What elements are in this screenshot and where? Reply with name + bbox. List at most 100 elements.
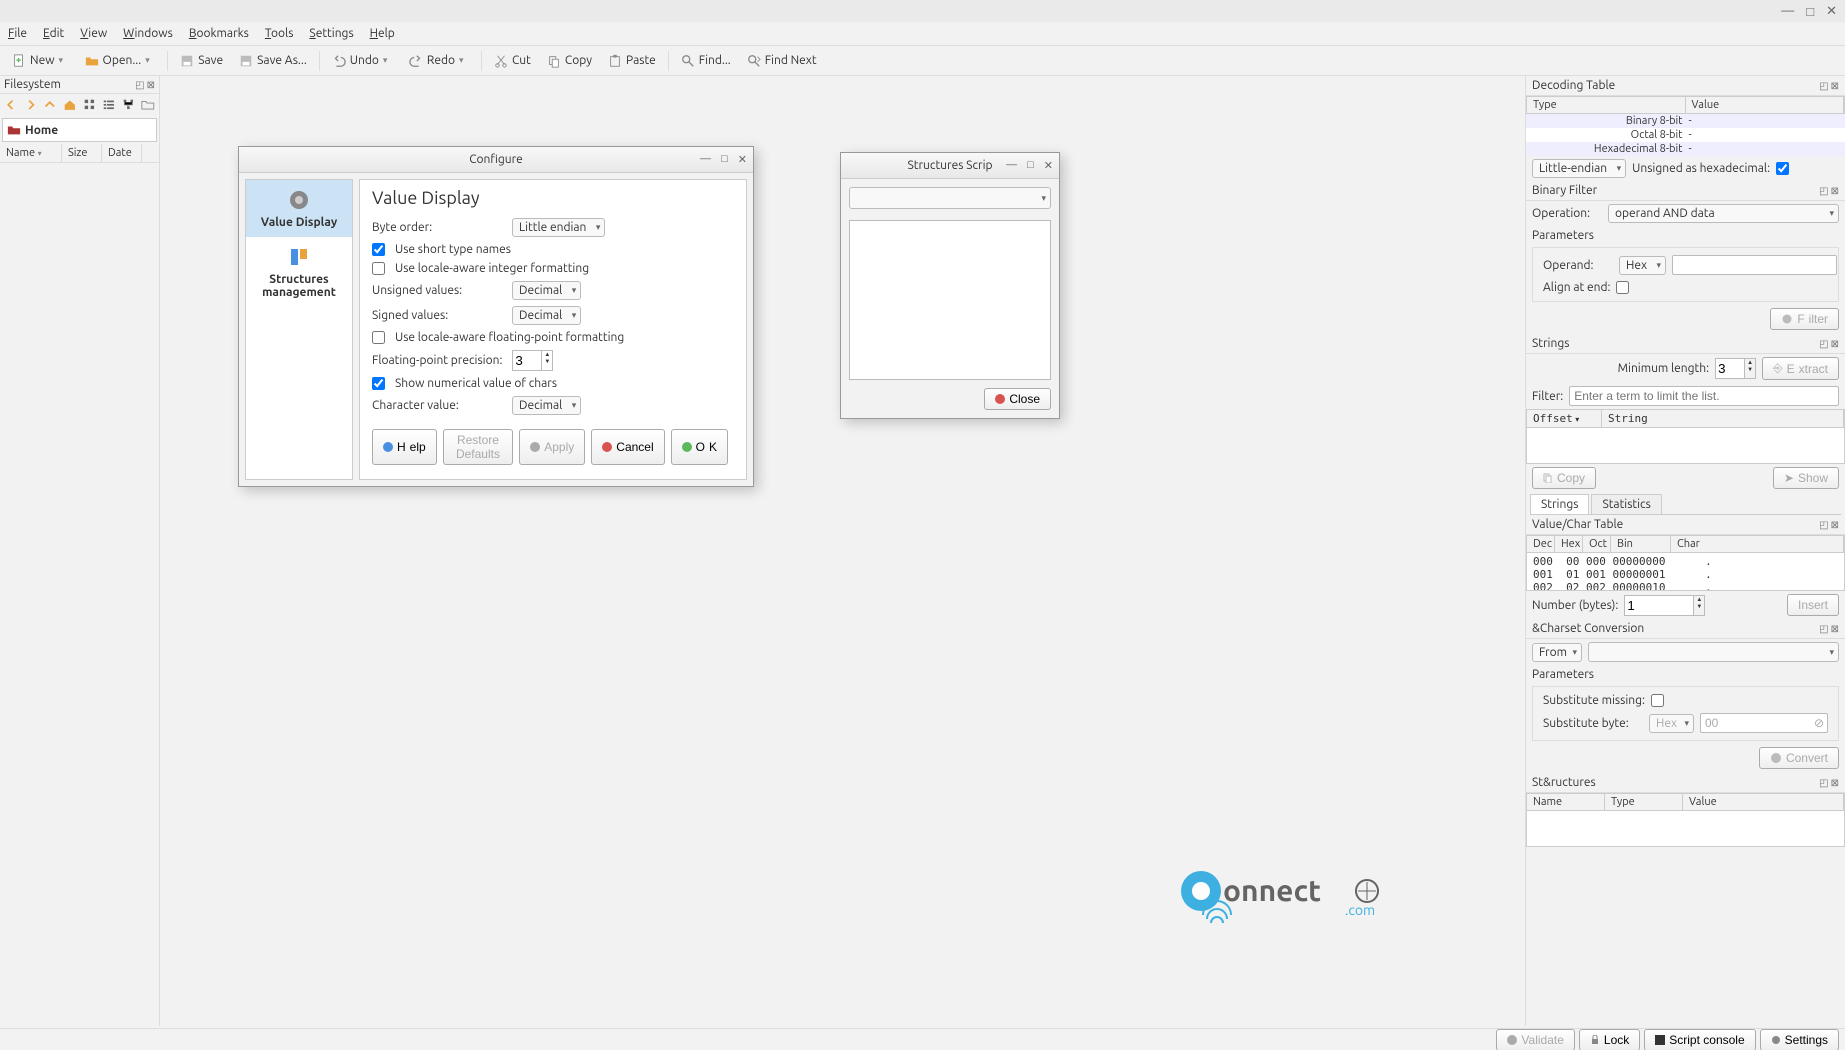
- unsigned-select[interactable]: Decimal: [512, 281, 581, 300]
- close-button[interactable]: Close: [984, 388, 1051, 410]
- menu-bookmarks[interactable]: Bookmarks: [189, 27, 249, 40]
- panel-detach-icon[interactable]: ◰: [1819, 777, 1828, 789]
- byte-order-select[interactable]: Little endian: [512, 218, 605, 237]
- col-name[interactable]: Name ▾: [0, 144, 62, 162]
- char-value-select[interactable]: Decimal: [512, 396, 581, 415]
- apply-button[interactable]: Apply: [519, 429, 585, 465]
- tab-strings[interactable]: Strings: [1530, 494, 1589, 514]
- panel-detach-icon[interactable]: ◰: [1819, 519, 1828, 531]
- settings-button[interactable]: Settings: [1760, 1029, 1839, 1050]
- menu-file[interactable]: File: [8, 27, 27, 40]
- sub-missing-checkbox[interactable]: [1651, 694, 1664, 707]
- open-button[interactable]: Open...▾: [79, 51, 162, 71]
- nav-tree-icon[interactable]: [122, 98, 136, 112]
- col-bin[interactable]: Bin: [1611, 536, 1671, 552]
- panel-close-icon[interactable]: ⊠: [1831, 338, 1839, 350]
- paste-button[interactable]: Paste: [602, 51, 662, 71]
- col-dec[interactable]: Dec: [1527, 536, 1555, 552]
- menu-edit[interactable]: Edit: [43, 27, 64, 40]
- panel-detach-icon[interactable]: ◰: [1819, 338, 1828, 350]
- endian-select[interactable]: Little-endian: [1532, 159, 1626, 178]
- menu-help[interactable]: Help: [370, 27, 395, 40]
- col-type[interactable]: Type: [1527, 97, 1686, 113]
- nav-grid-icon[interactable]: [83, 98, 97, 112]
- new-button[interactable]: New▾: [6, 51, 75, 71]
- col-value[interactable]: Value: [1683, 794, 1844, 810]
- sub-byte-input[interactable]: [1700, 713, 1828, 733]
- unsigned-hex-checkbox[interactable]: [1776, 162, 1789, 175]
- spin-up-icon[interactable]: ▲: [542, 351, 552, 358]
- undo-button[interactable]: Undo▾: [326, 51, 399, 71]
- panel-close-icon[interactable]: ⊠: [1831, 80, 1839, 92]
- validate-button[interactable]: Validate: [1496, 1029, 1574, 1050]
- col-name[interactable]: Name: [1527, 794, 1605, 810]
- locale-int-checkbox[interactable]: [372, 262, 385, 275]
- col-hex[interactable]: Hex: [1555, 536, 1583, 552]
- find-button[interactable]: Find...: [675, 51, 737, 71]
- align-checkbox[interactable]: [1616, 281, 1629, 294]
- redo-button[interactable]: Redo▾: [403, 51, 475, 71]
- panel-detach-icon[interactable]: ◰: [135, 79, 144, 91]
- dialog-close-icon[interactable]: ✕: [1044, 159, 1053, 172]
- copy-button[interactable]: Copy: [541, 51, 598, 71]
- number-bytes-spinner[interactable]: ▲▼: [1624, 595, 1705, 616]
- operation-select[interactable]: operand AND data: [1608, 204, 1839, 223]
- window-minimize-icon[interactable]: —: [1781, 4, 1794, 18]
- filter-input[interactable]: [1569, 386, 1839, 406]
- dialog-close-icon[interactable]: ✕: [738, 153, 747, 166]
- ok-button[interactable]: OK: [671, 429, 728, 465]
- panel-detach-icon[interactable]: ◰: [1819, 185, 1828, 197]
- nav-list-icon[interactable]: [102, 98, 116, 112]
- dialog-minimize-icon[interactable]: —: [700, 153, 711, 166]
- menu-windows[interactable]: Windows: [123, 27, 173, 40]
- col-value[interactable]: Value: [1686, 97, 1845, 113]
- precision-spinner[interactable]: ▲▼: [512, 350, 553, 371]
- filter-button[interactable]: Filter: [1770, 308, 1839, 330]
- dialog-minimize-icon[interactable]: —: [1006, 159, 1017, 172]
- clear-icon[interactable]: ⊘: [1814, 716, 1824, 730]
- restore-defaults-button[interactable]: Restore Defaults: [443, 429, 514, 465]
- locale-float-checkbox[interactable]: [372, 331, 385, 344]
- operand-input[interactable]: [1672, 255, 1837, 275]
- col-type[interactable]: Type: [1605, 794, 1683, 810]
- col-oct[interactable]: Oct: [1583, 536, 1611, 552]
- panel-close-icon[interactable]: ⊠: [147, 79, 155, 91]
- signed-select[interactable]: Decimal: [512, 306, 581, 325]
- saveas-button[interactable]: Save As...: [233, 51, 313, 71]
- script-console-button[interactable]: Script console: [1644, 1029, 1755, 1050]
- help-button[interactable]: Help: [372, 429, 437, 465]
- findnext-button[interactable]: Find Next: [741, 51, 823, 71]
- sidebar-item-value-display[interactable]: Value Display: [246, 180, 352, 237]
- save-button[interactable]: Save: [174, 51, 229, 71]
- panel-detach-icon[interactable]: ◰: [1819, 80, 1828, 92]
- col-size[interactable]: Size: [62, 144, 102, 162]
- col-date[interactable]: Date: [102, 144, 142, 162]
- cut-button[interactable]: Cut: [488, 51, 537, 71]
- menu-settings[interactable]: Settings: [309, 27, 353, 40]
- col-string[interactable]: String: [1602, 410, 1844, 427]
- nav-newfolder-icon[interactable]: [141, 98, 155, 112]
- window-maximize-icon[interactable]: □: [1806, 4, 1814, 19]
- panel-close-icon[interactable]: ⊠: [1831, 623, 1839, 635]
- charset-select[interactable]: [1588, 642, 1839, 662]
- col-offset[interactable]: Offset ▾: [1527, 410, 1602, 427]
- panel-close-icon[interactable]: ⊠: [1831, 185, 1839, 197]
- short-names-checkbox[interactable]: [372, 243, 385, 256]
- nav-up-icon[interactable]: [43, 98, 57, 112]
- copy-button[interactable]: Copy: [1532, 467, 1596, 489]
- convert-button[interactable]: Convert: [1759, 747, 1839, 769]
- dialog-maximize-icon[interactable]: □: [1027, 159, 1034, 172]
- extract-button[interactable]: ⎆Extract: [1762, 357, 1839, 380]
- sidebar-item-structures-management[interactable]: Structures management: [246, 237, 352, 307]
- spin-down-icon[interactable]: ▼: [542, 358, 552, 365]
- insert-button[interactable]: Insert: [1787, 594, 1839, 616]
- panel-close-icon[interactable]: ⊠: [1831, 519, 1839, 531]
- cancel-button[interactable]: Cancel: [591, 429, 664, 465]
- nav-back-icon[interactable]: [4, 98, 18, 112]
- operand-format-select[interactable]: Hex: [1619, 256, 1666, 275]
- lock-button[interactable]: Lock: [1579, 1029, 1640, 1050]
- structures-textarea[interactable]: [849, 220, 1051, 380]
- nav-forward-icon[interactable]: [24, 98, 38, 112]
- tab-statistics[interactable]: Statistics: [1591, 494, 1661, 514]
- filesystem-path[interactable]: Home: [2, 118, 157, 142]
